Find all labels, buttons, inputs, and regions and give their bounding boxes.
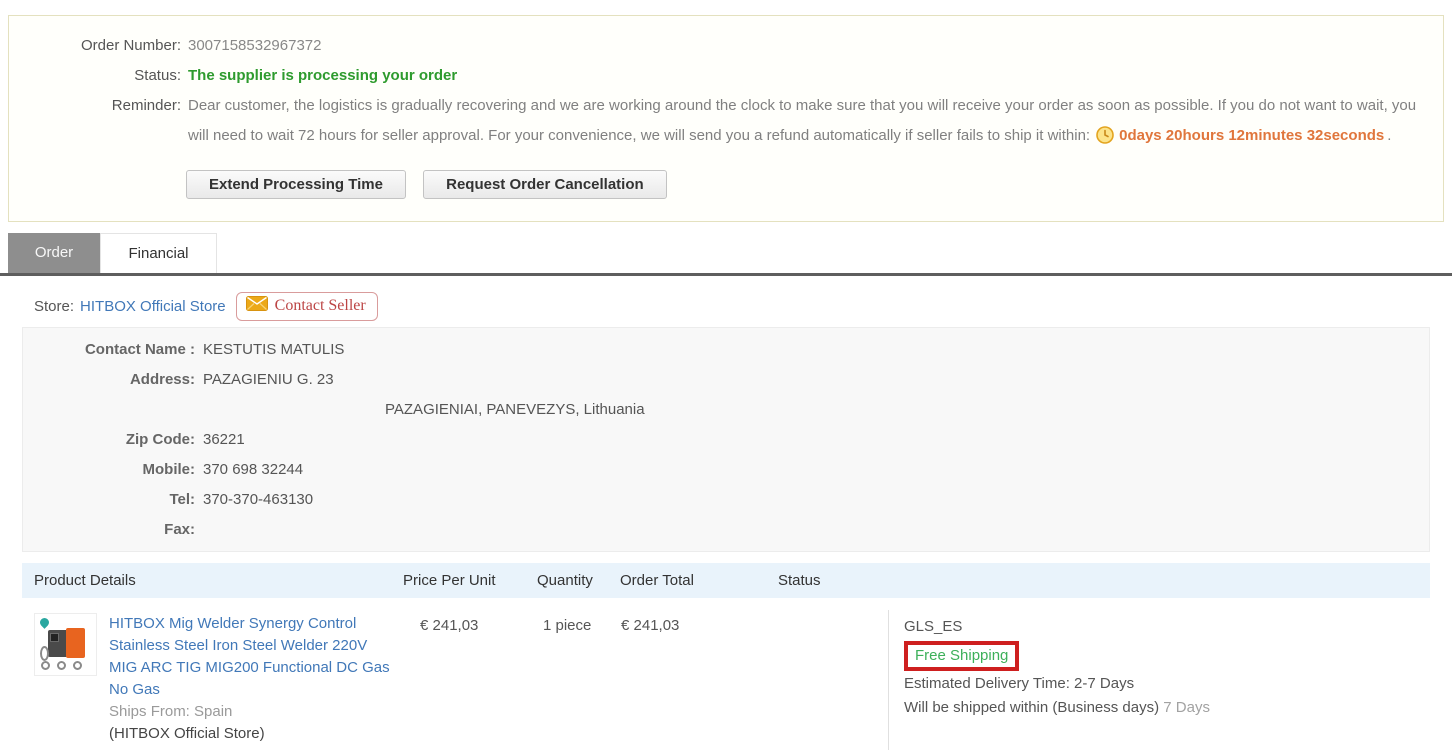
welder-cable-shape [40, 646, 49, 661]
header-status: Status [778, 572, 821, 589]
shipping-carrier: GLS_ES [904, 618, 963, 635]
envelope-icon [245, 295, 268, 316]
product-info: HITBOX Mig Welder Synergy Control Stainl… [109, 613, 399, 750]
contact-name-value: KESTUTIS MATULIS [203, 341, 345, 358]
countdown-timer: 0days 20hours 12minutes 32seconds [1119, 127, 1385, 144]
tel-label: Tel: [169, 491, 195, 508]
accessory-ring-shape [73, 661, 82, 670]
contact-row: Mobile: 370 698 32244 [23, 455, 1429, 485]
order-number-label: Order Number: [80, 37, 181, 54]
contact-row: Zip Code: 36221 [23, 425, 1429, 455]
ship-within-text: Will be shipped within (Business days) 7… [904, 696, 1430, 720]
product-title-link[interactable]: HITBOX Mig Welder Synergy Control Stainl… [109, 613, 399, 701]
extend-processing-time-button[interactable]: Extend Processing Time [186, 170, 406, 199]
contact-row: Fax: [23, 515, 1429, 545]
zip-code-label: Zip Code: [125, 431, 195, 448]
contact-panel: Contact Name : KESTUTIS MATULIS Address:… [22, 327, 1430, 552]
free-shipping-annotation-box: Free Shipping [904, 641, 1020, 671]
shipping-info-cell: GLS_ES Free Shipping Estimated Delivery … [888, 610, 1430, 750]
mobile-label: Mobile: [142, 461, 196, 478]
quantity-cell: 1 piece [543, 617, 592, 634]
contact-row: Tel: 370-370-463130 [23, 485, 1429, 515]
store-row: Store: HITBOX Official Store Contact Sel… [34, 290, 378, 322]
welder-panel-shape [50, 633, 59, 642]
status-cell [778, 610, 888, 750]
product-details-cell: HITBOX Mig Welder Synergy Control Stainl… [22, 610, 403, 750]
accessory-ring-shape [41, 661, 50, 670]
price-per-unit-cell: € 241,03 [420, 617, 479, 634]
tab-underline [0, 273, 1452, 276]
store-label: Store: [34, 297, 75, 315]
order-number-value: 3007158532967372 [188, 37, 322, 54]
tab-order[interactable]: Order [8, 233, 100, 273]
contact-row: PAZAGIENIAI, PANEVEZYS, Lithuania [23, 395, 1429, 425]
header-order-total: Order Total [620, 572, 694, 589]
reminder-label: Reminder: [111, 97, 181, 114]
reminder-row: Reminder: Dear customer, the logistics i… [9, 91, 1443, 155]
header-quantity: Quantity [537, 572, 593, 589]
request-order-cancellation-button[interactable]: Request Order Cancellation [423, 170, 667, 199]
product-image[interactable] [34, 613, 97, 676]
reminder-text: Dear customer, the logistics is graduall… [188, 91, 1422, 155]
order-detail-page: Order Number: 3007158532967372 Status: T… [0, 0, 1452, 750]
estimated-delivery-text: Estimated Delivery Time: 2-7 Days [904, 675, 1135, 692]
contact-seller-button[interactable]: Contact Seller [235, 291, 378, 321]
countdown-suffix: . [1387, 127, 1392, 144]
accessory-ring-shape [57, 661, 66, 670]
address-line2-label [23, 395, 195, 425]
summary-actions: Extend Processing Time Request Order Can… [186, 170, 1443, 199]
order-status-text: The supplier is processing your order [188, 67, 458, 84]
tel-value: 370-370-463130 [203, 491, 314, 508]
product-table-header: Product Details Price Per Unit Quantity … [22, 563, 1430, 598]
store-link[interactable]: HITBOX Official Store [80, 298, 226, 315]
header-product-details: Product Details [34, 572, 136, 589]
tab-financial[interactable]: Financial [100, 233, 217, 273]
ship-within-days: 7 Days [1163, 699, 1210, 716]
zip-code-value: 36221 [203, 431, 245, 448]
brand-logo-icon [38, 616, 51, 629]
ship-within-label: Will be shipped within (Business days) [904, 699, 1160, 716]
address-line2-value: PAZAGIENIAI, PANEVEZYS, Lithuania [385, 401, 645, 418]
status-label: Status: [134, 67, 181, 84]
contact-row: Address: PAZAGIENIU G. 23 [23, 365, 1429, 395]
contact-name-label: Contact Name : [84, 341, 195, 358]
contact-row: Contact Name : KESTUTIS MATULIS [23, 335, 1429, 365]
table-row: HITBOX Mig Welder Synergy Control Stainl… [22, 610, 1430, 750]
order-summary-box: Order Number: 3007158532967372 Status: T… [8, 15, 1444, 222]
welder-orange-shape [66, 628, 85, 658]
mobile-value: 370 698 32244 [203, 461, 304, 478]
free-shipping-text: Free Shipping [915, 647, 1009, 664]
tab-bar: Order Financial [0, 233, 1452, 273]
status-row: Status: The supplier is processing your … [9, 61, 1443, 91]
address-label: Address: [129, 371, 195, 388]
address-value: PAZAGIENIU G. 23 [203, 371, 334, 388]
store-note-text: (HITBOX Official Store) [109, 725, 265, 742]
order-total-cell: € 241,03 [621, 617, 680, 634]
clock-icon [1096, 125, 1114, 155]
header-price-per-unit: Price Per Unit [403, 572, 496, 589]
order-number-row: Order Number: 3007158532967372 [9, 31, 1443, 61]
ships-from-text: Ships From: Spain [109, 703, 233, 720]
fax-label: Fax: [164, 521, 195, 538]
contact-seller-label: Contact Seller [274, 296, 366, 314]
